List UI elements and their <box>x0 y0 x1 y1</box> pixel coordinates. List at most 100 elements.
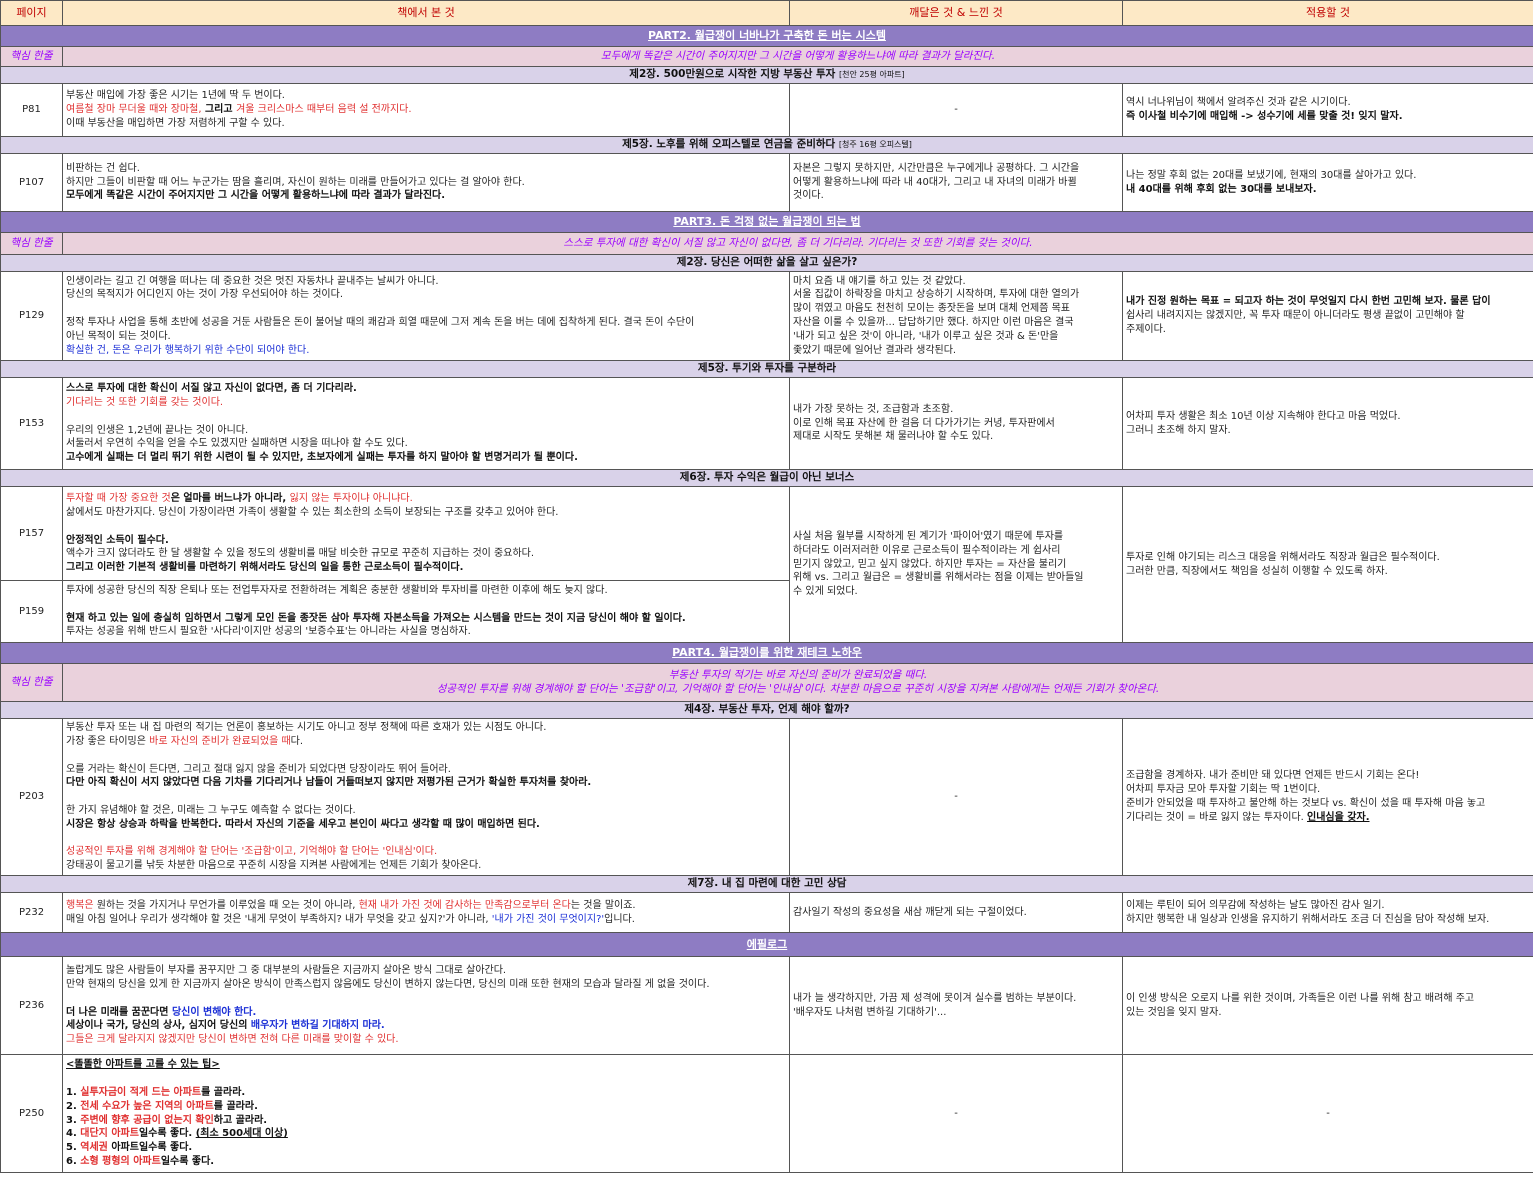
table-row: P203 부동산 투자 또는 내 집 마련의 적기는 언론이 홍보하는 시기도 … <box>0 718 1533 876</box>
text: 다. <box>290 735 304 747</box>
text-line: 모두에게 똑같은 시간이 주어지지만 그 시간을 어떻게 활용하느냐에 따라 결… <box>66 190 446 202</box>
text-line: 투자로 인해 야기되는 리스크 대응을 위해서라도 직장과 월급은 필수적이다. <box>1126 551 1440 563</box>
text-line: 놀랍게도 많은 사람들이 부자를 꿈꾸지만 그 중 대부분의 사람들은 지금까지… <box>66 965 507 977</box>
text-line: 하더라도 이러저러한 이유로 근로소득이 필수적이라는 게 쉽사리 <box>793 544 1061 556</box>
page-number: P236 <box>0 956 63 1055</box>
table-row: P129 인생이라는 길고 긴 여행을 떠나는 데 중요한 것은 멋진 자동차나… <box>0 271 1533 361</box>
text: 입니다. <box>604 913 635 925</box>
highlight: 현재 하고 있는 일에 충실히 임하면서 그렇게 모인 돈을 종잣돈 삼아 투자… <box>66 612 555 624</box>
highlight: 대단지 아파트 <box>80 1128 139 1140</box>
book-cell: <똘똘한 아파트를 고를 수 있는 팁> 1. 실투자금이 적게 드는 아파트를… <box>62 1054 790 1173</box>
apply-cell: 역시 너나위님이 책에서 알려주신 것과 같은 시기이다. 즉 이사철 비수기에… <box>1122 83 1533 137</box>
text: 는 것을 말이죠. <box>570 899 636 911</box>
core-label: 핵심 한줄 <box>0 663 63 702</box>
text: 그리고 <box>66 562 98 574</box>
text-line: 내 40대를 위해 후회 없는 30대를 보내보자. <box>1126 183 1317 195</box>
chapter-sub: [청주 16평 오피스텔] <box>838 140 912 150</box>
highlight: 배우자가 변하길 기대하지 마라. <box>250 1020 385 1032</box>
text-line: 여름철 장마 무더울 때와 장마철, 그리고 겨울 크리스마스 때부터 음력 설… <box>66 103 786 117</box>
text-line: 안정적인 소득이 필수다. <box>66 534 169 546</box>
text-line: 그리고 이러한 기본적 생활비를 마련하기 위해서라도 당신의 일을 통한 근로… <box>66 561 786 575</box>
apply-cell: 나는 정말 후회 없는 20대를 보냈기에, 현재의 30대를 살아가고 있다.… <box>1122 153 1533 212</box>
text-line: 사실 처음 월부를 시작하게 된 계기가 '파이어'였기 때문에 투자를 <box>793 531 1064 542</box>
highlight: 당신이 변해야 한다. <box>171 1006 257 1018</box>
apply-cell: 조급함을 경계하자. 내가 준비만 돼 있다면 언제든 반드시 기회는 온다! … <box>1122 718 1533 876</box>
part-row: PART2. 월급쟁이 너바나가 구축한 돈 버는 시스템 <box>0 25 1533 47</box>
text-line: 이때 부동산을 매입하면 가장 저렴하게 구할 수 있다. <box>66 117 285 129</box>
text: 매일 아침 일어나 우리가 생각해야 할 것은 '내게 무엇이 부족하지? 내가… <box>66 913 492 925</box>
page-number: P153 <box>0 377 63 470</box>
book-cell: 인생이라는 길고 긴 여행을 떠나는 데 중요한 것은 멋진 자동차나 끝내주는… <box>62 271 790 361</box>
highlight: 전세 수요가 높은 지역의 아파트 <box>80 1100 214 1112</box>
list-item: 1. 실투자금이 적게 드는 아파트를 골라라. <box>66 1086 786 1100</box>
highlight: 실투자금이 적게 드는 아파트 <box>80 1086 202 1098</box>
text-line: 투자할 때 가장 중요한 것은 얼마를 버느냐가 아니라, 잃지 않는 투자이냐… <box>66 492 786 506</box>
part-row: PART3. 돈 걱정 없는 월급쟁이 되는 법 <box>0 211 1533 233</box>
text-line: 내가 가장 못하는 것, 조급함과 초조함. <box>793 403 954 415</box>
tip-number: 5. <box>66 1142 81 1154</box>
text: 아파트일수록 좋다. <box>107 1142 193 1154</box>
highlight: 주변에 향후 공급이 없는지 확인 <box>80 1114 214 1126</box>
text: 원하는 것을 가지거나 무언가를 이루었을 때 오는 것이 아니라, <box>93 899 359 911</box>
chapter-title: 제2장. 500만원으로 시작한 지방 부동산 투자 [천안 25평 아파트] <box>0 66 1533 84</box>
core-row: 핵심 한줄 모두에게 똑같은 시간이 주어지지만 그 시간을 어떻게 활용하느냐… <box>0 46 1533 67</box>
chapter-row: 제5장. 노후를 위해 오피스텔로 연금을 준비하다 [청주 16평 오피스텔] <box>0 136 1533 154</box>
core-label: 핵심 한줄 <box>0 232 63 255</box>
header-page: 페이지 <box>0 0 63 26</box>
chapter-sub: [천안 25평 아파트] <box>839 70 905 80</box>
text-line: 역시 너나위님이 책에서 알려주신 것과 같은 시기이다. <box>1126 97 1351 109</box>
text-line: 확실한 건, 돈은 우리가 행복하기 위한 수단이 되어야 한다. <box>66 344 310 356</box>
realize-cell: - <box>789 1054 1123 1173</box>
text-line: 많이 꺾였고 마음도 천천히 모이는 종잣돈을 보며 대체 언제쯤 목표 <box>793 303 1071 315</box>
text-line: 부동산 투자 또는 내 집 마련의 적기는 언론이 홍보하는 시기도 아니고 정… <box>66 722 547 734</box>
header-row: 페이지 책에서 본 것 깨달은 것 & 느낀 것 적용할 것 <box>0 0 1533 26</box>
text-line: '내가 되고 싶은 것'이 아니라, '내가 이루고 싶은 것과 & 돈'만을 <box>793 330 1059 342</box>
realize-cell: 감사일기 작성의 중요성을 새삼 깨닫게 되는 구절이었다. <box>789 892 1123 933</box>
page-number: P250 <box>0 1054 63 1173</box>
apply-cell: 이제는 루틴이 되어 의무감에 작성하는 날도 많아진 감사 일기. 하지만 행… <box>1122 892 1533 933</box>
part2-title: PART2. 월급쟁이 너바나가 구축한 돈 버는 시스템 <box>0 25 1533 47</box>
highlight: 소형 평형의 아파트 <box>80 1155 161 1167</box>
text-line: '배우자도 나처럼 변하길 기대하기'... <box>793 1006 947 1018</box>
realize-cell: - <box>789 83 1123 137</box>
part4-core: 부동산 투자의 적기는 바로 자신의 준비가 완료되었을 때다. 성공적인 투자… <box>62 663 1533 702</box>
table-row: P232 행복은 원하는 것을 가지거나 무언가를 이루었을 때 오는 것이 아… <box>0 892 1533 933</box>
text-line: 자산을 이룰 수 있을까... 답답하기만 했다. 하지만 이런 마음은 결국 <box>793 317 1074 328</box>
apply-cell: 이 인생 방식은 오로지 나를 위한 것이며, 가족들은 이런 나를 위해 참고… <box>1122 956 1533 1055</box>
table-row: P236 놀랍게도 많은 사람들이 부자를 꿈꾸지만 그 중 대부분의 사람들은… <box>0 956 1533 1055</box>
chapter-title: 제5장. 투기와 투자를 구분하라 <box>0 360 1533 378</box>
highlight: 잃지 않는 투자이냐 아니냐다. <box>289 493 413 505</box>
text-line: 어차피 투자 생활은 최소 10년 이상 지속해야 한다고 마음 먹었다. <box>1126 410 1401 422</box>
text-line: 인생이라는 길고 긴 여행을 떠나는 데 중요한 것은 멋진 자동차나 끝내주는… <box>66 275 439 287</box>
text: 일수록 좋다. <box>160 1155 215 1167</box>
apply-cell: - <box>1122 1054 1533 1173</box>
realize-cell: 내가 가장 못하는 것, 조급함과 초조함. 이로 인해 목표 자산에 한 걸음… <box>789 377 1123 470</box>
tips-title: <똘똘한 아파트를 고를 수 있는 팁> <box>66 1059 220 1071</box>
chapter-row: 제4장. 부동산 투자, 언제 해야 할까? <box>0 701 1533 719</box>
text: 세상이나 국가, 당신의 상사, 심지어 당신의 <box>66 1020 251 1032</box>
text-line: 그러한 만큼, 직장에서도 책임을 성실히 이행할 수 있도록 하자. <box>1126 565 1388 577</box>
text-line: 가장 좋은 타이밍은 바로 자신의 준비가 완료되었을 때다. <box>66 735 786 749</box>
text-line: 고수에게 실패는 더 멀리 뛰기 위한 시련이 될 수 있지만, 초보자에게 실… <box>66 452 578 464</box>
text-line: 서울 집값이 하락장을 마치고 상승하기 시작하며, 투자에 대한 열의가 <box>793 289 1080 301</box>
text-line: 우리의 인생은 1,2년에 끝나는 것이 아니다. <box>66 424 249 436</box>
text-line: 더 나은 미래를 꿈꾼다면 당신이 변해야 한다. <box>66 1006 786 1020</box>
text: 그리고 <box>201 104 237 116</box>
book-cell: 스스로 투자에 대한 확신이 서질 않고 자신이 없다면, 좀 더 기다리라. … <box>62 377 790 470</box>
part3-core: 스스로 투자에 대한 확신이 서질 않고 자신이 없다면, 좀 더 기다리라. … <box>62 232 1533 255</box>
chapter-title: 제2장. 당신은 어떠한 삶을 살고 싶은가? <box>0 254 1533 272</box>
text-line: 액수가 크지 않더라도 한 달 생활할 수 있을 정도의 생활비를 매달 비슷한… <box>66 548 535 560</box>
text-line: 수 있게 되었다. <box>793 586 858 598</box>
chapter-row: 제2장. 당신은 어떠한 삶을 살고 싶은가? <box>0 254 1533 272</box>
text-line: 시장은 항상 상승과 하락을 반복한다. 따라서 자신의 기준을 세우고 본인이… <box>66 818 540 830</box>
tip-number: 6. <box>66 1155 81 1167</box>
chapter-title: 제5장. 노후를 위해 오피스텔로 연금을 준비하다 [청주 16평 오피스텔] <box>0 136 1533 154</box>
realize-cell: 자본은 그렇지 못하지만, 시간만큼은 누구에게나 공평하다. 그 시간을 어떻… <box>789 153 1123 212</box>
text-line: 이 인생 방식은 오로지 나를 위한 것이며, 가족들은 이런 나를 위해 참고… <box>1126 992 1475 1004</box>
tip-number: 2. <box>66 1100 81 1112</box>
